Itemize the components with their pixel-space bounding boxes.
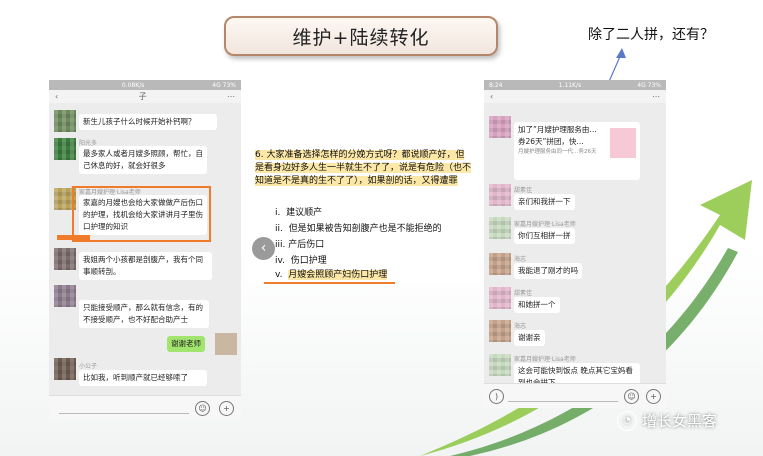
chat-input-bar: ☺ + [49,395,241,420]
option-num: ii. [275,224,283,234]
status-time: 8:24 [489,81,503,89]
status-bar: 8:24 1.11K/s 4G 73% [484,80,666,90]
back-chevron-icon[interactable]: ‹ [490,92,493,101]
sender-name: 海志 [514,323,527,330]
avatar[interactable] [54,110,76,132]
emoji-icon[interactable]: ☺ [624,389,639,404]
chat-bubble: 亲们和我拼一下 [514,194,575,210]
avatar[interactable] [489,354,511,376]
question-highlighted: 6. 大家准备选择怎样的分娩方式呀？都说顺产好，但是看身边好多人生一半就生不了了… [255,150,472,186]
option-text: 产后伤口 [288,240,325,250]
avatar-self[interactable] [215,333,237,355]
option-item: iv. 伤口护理 [275,255,327,268]
chat-bubble: 最多家人或者月嫂多照顾，帮忙，自己休息的好，就会好很多 [79,146,207,174]
left-phone-screenshot: 0.08K/s 4G 73% ‹ 子 ⋯ 新生儿孩子什么时候开始补钙啊？ 阳光多… [49,80,241,420]
avatar[interactable] [489,116,511,138]
chat-bubble: 你们互相拼一拼 [514,228,575,244]
chat-input-bar: ) ☺ + [484,383,666,408]
highlight-underline [264,282,395,284]
annotation-note: 除了二人拼，还有？ [588,27,714,43]
avatar[interactable] [489,320,511,342]
sender-name: 甜素佳 [514,187,533,194]
option-text: 月嫂会照顾产妇伤口护理 [288,270,388,280]
back-chevron-icon[interactable]: ‹ [55,92,58,101]
avatar[interactable] [489,287,511,309]
sender-name: 家嘉月嫂护理·Lisa老师 [514,356,576,363]
option-item: ii. 但是如果被告知剖腹产也是不能拒绝的 [275,223,442,236]
option-text: 但是如果被告知剖腹产也是不能拒绝的 [288,224,442,234]
avatar[interactable] [489,253,511,275]
option-num: iv. [275,256,285,266]
chat-bubble: 我能退了刚才的吗 [514,263,582,279]
more-icon[interactable]: ⋯ [652,92,660,101]
chat-bubble: 我姐两个小孩都是剖腹产，我有个同事顺转剖。 [79,252,212,280]
option-item: iii. 产后伤口 [275,239,324,252]
plus-icon[interactable]: + [219,401,234,416]
watermark: ◔ 增长女黑客 [617,410,717,431]
wechat-icon: ◔ [617,410,637,431]
slide-title: 维护+陆续转化 [224,16,498,56]
question-document: 6. 大家准备选择怎样的分娩方式呀？都说顺产好，但是看身边好多人生一半就生不了了… [247,145,479,285]
option-num: i. [275,208,281,218]
chat-bubble: 谢谢亲 [514,330,545,346]
status-bar: 0.08K/s 4G 73% [49,80,241,90]
avatar[interactable] [54,358,76,380]
more-icon[interactable]: ⋯ [227,92,235,101]
chat-bubble: 比如我，听到顺产就已经够嗦了 [79,370,207,386]
option-text: 伤口护理 [290,256,327,266]
group-buy-card[interactable]: 加了”月嫂护理服务由…券26天”拼团，快… 月嫂护理服务由同一代…务26天 [514,122,640,180]
chat-title: 子 [138,92,147,101]
card-subtext: 月嫂护理服务由同一代…务26天 [518,149,597,155]
watermark-text: 增长女黑客 [642,412,718,430]
card-thumbnail [610,128,636,158]
avatar[interactable] [54,285,76,307]
option-num: iii. [275,240,286,250]
avatar[interactable] [489,184,511,206]
status-battery: 4G 73% [212,81,236,89]
chat-navbar: ‹ ⋯ [484,90,666,103]
sender-name: 家嘉月嫂护理·Lisa老师 [514,221,576,228]
back-arrow-icon[interactable]: ‹ [252,237,275,260]
chat-navbar: ‹ 子 ⋯ [49,90,241,103]
status-battery: 4G 73% [637,81,661,89]
sender-name: 甜素佳 [514,290,533,297]
emoji-icon[interactable]: ☺ [195,401,210,416]
chat-bubble: 新生儿孩子什么时候开始补钙啊？ [79,114,217,130]
status-speed: 0.08K/s [121,81,145,89]
chat-bubble: 只能接受顺产，那么就有信念，有的不接受顺产，也不好配合助产士 [79,300,209,328]
option-num: v. [275,270,283,280]
sender-name: 小公子 [79,363,98,370]
chat-bubble: 和她拼一个 [514,297,560,313]
option-item: v. 月嫂会照顾产妇伤口护理 [275,269,388,282]
option-item: i. 建议顺产 [275,207,322,220]
card-text: 加了”月嫂护理服务由…券26天”拼团，快… [518,125,597,146]
status-speed: 1.11K/s [558,81,582,89]
right-phone-screenshot: 8:24 1.11K/s 4G 73% ‹ ⋯ 加了”月嫂护理服务由…券26天”… [484,80,666,408]
question-text: 6. 大家准备选择怎样的分娩方式呀？都说顺产好，但是看身边好多人生一半就生不了了… [255,149,473,188]
plus-icon[interactable]: + [646,389,661,404]
message-input[interactable] [508,390,618,402]
chat-bubble-self: 谢谢老师 [167,336,205,352]
avatar[interactable] [54,138,76,160]
highlight-box [72,186,211,242]
avatar[interactable] [54,248,76,270]
message-input[interactable] [59,402,189,414]
sender-name: 海志 [514,256,527,263]
avatar[interactable] [489,217,511,239]
option-text: 建议顺产 [286,208,323,218]
voice-icon[interactable]: ) [489,389,504,404]
highlight-bar [57,235,90,240]
